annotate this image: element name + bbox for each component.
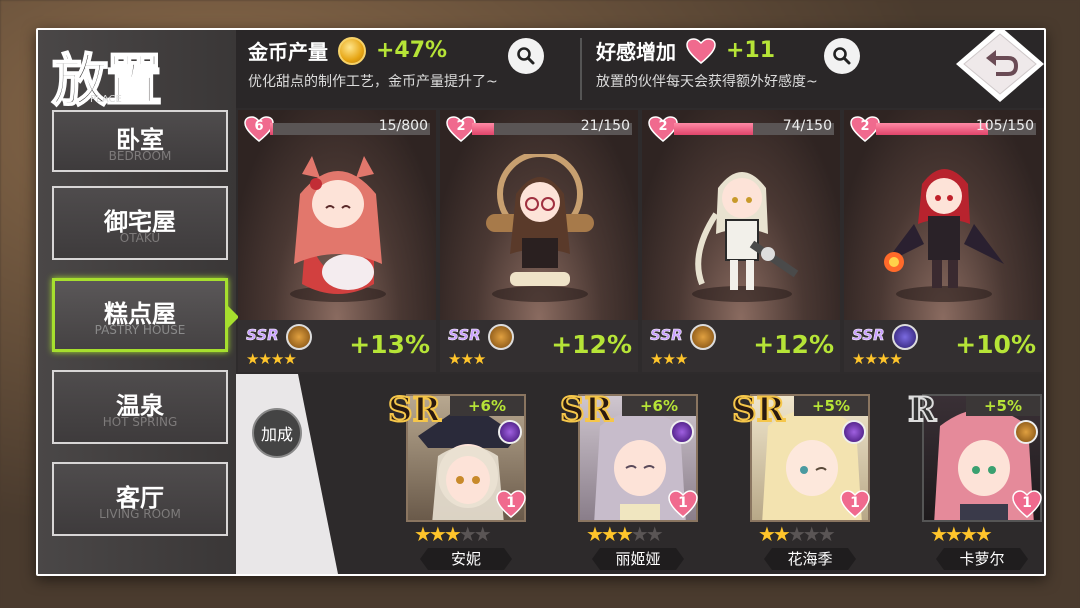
star-rating: ★★★★ xyxy=(930,522,993,546)
gold-info-search-button[interactable] xyxy=(508,38,544,74)
bonus-percent: +6% xyxy=(622,396,696,416)
gold-coin-icon xyxy=(338,36,366,65)
gold-bonus: +10% xyxy=(955,330,1036,359)
nav-item-sublabel: OTAKU xyxy=(119,230,161,245)
rank-label: SR xyxy=(731,389,786,431)
character-card[interactable]: 2 74/150 SSR ★★★ +12% xyxy=(642,110,840,372)
bonus-section: 加成 SR +6% 1 ★★★★★ 安妮 SR +6% 1 ★★★★★ 丽姬娅 xyxy=(236,374,1044,574)
support-character-slot[interactable]: SR +5% 1 ★★★★★ 花海季 xyxy=(731,389,870,570)
character-card[interactable]: 6 15/800 SSR ★★★★ +13% xyxy=(238,110,436,372)
bonus-percent: +6% xyxy=(450,396,524,416)
element-fire-icon xyxy=(488,324,514,350)
affection-value: +11 xyxy=(726,38,776,63)
element-dark-icon xyxy=(670,420,694,444)
affection-progress: 105/150 xyxy=(975,118,1034,134)
nav-item-sublabel: LIVING ROOM xyxy=(99,506,181,521)
support-character-slot[interactable]: R +5% 1 ★★★★ 卡萝尔 xyxy=(907,389,1042,570)
affection-level: 1 xyxy=(506,495,516,511)
star-rating: ★★★★★ xyxy=(586,522,664,546)
magnifier-icon xyxy=(833,47,851,65)
gold-production-block: 金币产量 +47% 优化甜点的制作工艺，金币产量提升了~ xyxy=(248,36,498,91)
nav-item-bedroom[interactable]: 卧室 BEDROOM xyxy=(52,110,228,172)
affection-level: 1 xyxy=(678,495,688,511)
star-rating: ★★★ xyxy=(448,350,486,368)
gold-bonus: +12% xyxy=(551,330,632,359)
character-card[interactable]: 2 105/150 SSR ★★★★ +10% xyxy=(844,110,1042,372)
character-sprite xyxy=(290,156,386,302)
star-rating: ★★★★★ xyxy=(758,522,836,546)
element-fire-icon xyxy=(1014,420,1038,444)
placement-panel: 放置 PLACE 卧室 BEDROOM 御宅屋 OTAKU 糕点屋 PASTRY… xyxy=(36,28,1046,576)
star-rating: ★★★★ xyxy=(246,350,297,368)
page-subtitle: PLACE xyxy=(90,94,122,105)
panel-inner: 放置 PLACE 卧室 BEDROOM 御宅屋 OTAKU 糕点屋 PASTRY… xyxy=(38,30,1044,574)
nav-item-living-room[interactable]: 客厅 LIVING ROOM xyxy=(52,462,228,536)
star-rating: ★★★ xyxy=(650,350,688,368)
rarity-label: SSR xyxy=(448,326,481,345)
bonus-percent: +5% xyxy=(794,396,868,416)
character-name: 丽姬娅 xyxy=(592,548,684,570)
affection-progress: 74/150 xyxy=(782,118,832,134)
nav-item-sublabel: PASTRY HOUSE xyxy=(94,322,186,337)
gold-title: 金币产量 xyxy=(248,40,328,64)
rarity-label: SSR xyxy=(650,326,683,345)
card-footer: SSR ★★★★ +13% xyxy=(238,320,436,372)
character-name: 安妮 xyxy=(420,548,512,570)
character-sprite xyxy=(692,172,799,302)
affection-level: 1 xyxy=(1022,495,1032,511)
affection-info-search-button[interactable] xyxy=(824,38,860,74)
gold-value: +47% xyxy=(376,38,448,63)
affection-progress: 21/150 xyxy=(580,118,630,134)
heart-icon xyxy=(686,37,716,64)
support-character-slot[interactable]: SR +6% 1 ★★★★★ 安妮 xyxy=(387,389,526,570)
rarity-label: SSR xyxy=(852,326,885,345)
back-button[interactable] xyxy=(952,30,1044,104)
element-dark-icon xyxy=(842,420,866,444)
rank-label: SR xyxy=(387,389,442,431)
support-character-slot[interactable]: SR +6% 1 ★★★★★ 丽姬娅 xyxy=(559,389,698,570)
card-footer: SSR ★★★★ +10% xyxy=(844,320,1042,372)
character-name: 花海季 xyxy=(764,548,856,570)
nav-item-sublabel: BEDROOM xyxy=(108,148,172,163)
nav-item-pastry-house[interactable]: 糕点屋 PASTRY HOUSE xyxy=(52,278,239,352)
gold-bonus: +13% xyxy=(349,330,430,359)
header: 金币产量 +47% 优化甜点的制作工艺，金币产量提升了~ 好感增加 +11 放置… xyxy=(236,30,1044,108)
nav-item-hot-spring[interactable]: 温泉 HOT SPRING xyxy=(52,370,228,444)
rank-label: R xyxy=(907,389,937,431)
star-rating: ★★★★ xyxy=(852,350,903,368)
card-footer: SSR ★★★ +12% xyxy=(642,320,840,372)
placed-characters: 6 15/800 SSR ★★★★ +13% 2 21/150 SSR ★★★ … xyxy=(238,110,1044,372)
element-dark-icon xyxy=(498,420,522,444)
affection-block: 好感增加 +11 放置的伙伴每天会获得额外好感度~ xyxy=(596,36,818,91)
element-fire-icon xyxy=(690,324,716,350)
rank-label: SR xyxy=(559,389,614,431)
bonus-button[interactable]: 加成 xyxy=(252,408,302,458)
gold-bonus: +12% xyxy=(753,330,834,359)
affection-level: 1 xyxy=(850,495,860,511)
affection-title: 好感增加 xyxy=(596,40,676,64)
star-rating: ★★★★★ xyxy=(414,522,492,546)
element-fire-icon xyxy=(286,324,312,350)
side-nav: 放置 PLACE 卧室 BEDROOM 御宅屋 OTAKU 糕点屋 PASTRY… xyxy=(38,30,239,574)
rarity-label: SSR xyxy=(246,326,279,345)
nav-item-sublabel: HOT SPRING xyxy=(102,414,178,429)
affection-progress: 15/800 xyxy=(378,118,428,134)
character-card[interactable]: 2 21/150 SSR ★★★ +12% xyxy=(440,110,638,372)
element-dark-icon xyxy=(892,324,918,350)
affection-description: 放置的伙伴每天会获得额外好感度~ xyxy=(596,74,818,90)
gold-description: 优化甜点的制作工艺，金币产量提升了~ xyxy=(248,74,498,90)
bonus-percent: +5% xyxy=(966,396,1040,416)
character-name: 卡萝尔 xyxy=(936,548,1028,570)
character-sprite xyxy=(486,154,594,302)
magnifier-icon xyxy=(517,47,535,65)
character-sprite xyxy=(884,169,1004,302)
nav-item-otaku[interactable]: 御宅屋 OTAKU xyxy=(52,186,228,260)
card-footer: SSR ★★★ +12% xyxy=(440,320,638,372)
header-divider xyxy=(580,38,582,100)
